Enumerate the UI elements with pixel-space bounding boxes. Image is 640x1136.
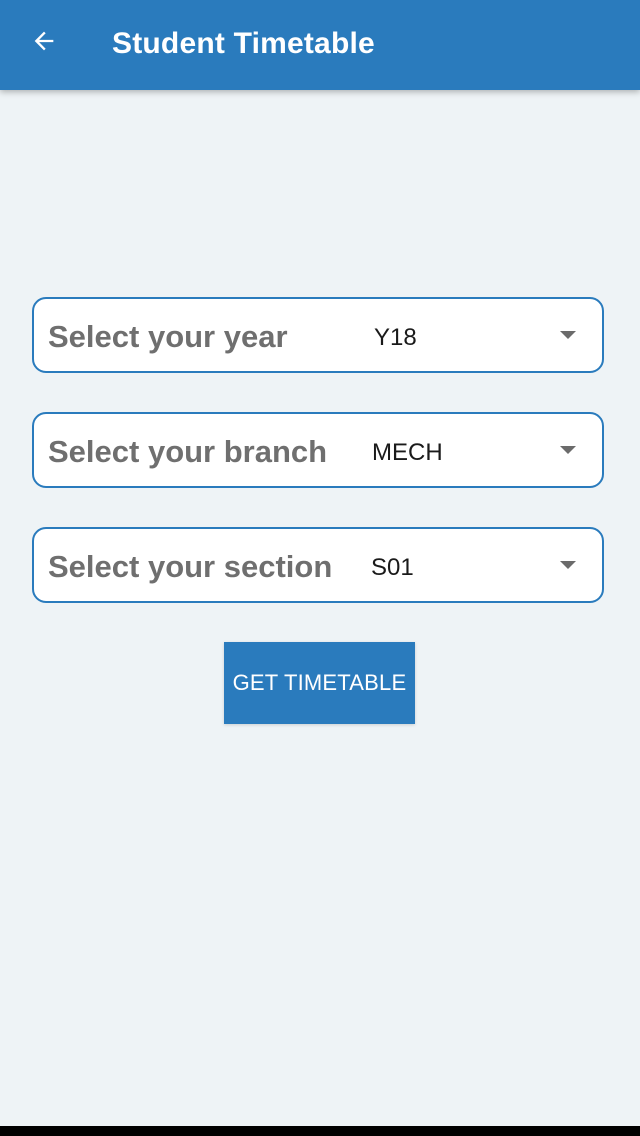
- app-bar: Student Timetable: [0, 0, 640, 90]
- dropdown-arrow-icon[interactable]: [560, 331, 576, 339]
- section-selected-value[interactable]: S01: [371, 553, 414, 583]
- dropdown-arrow-icon[interactable]: [560, 561, 576, 569]
- arrow-back-icon: [34, 31, 54, 51]
- section-dropdown[interactable]: Select your section S01: [32, 527, 604, 603]
- branch-selected-value[interactable]: MECH: [372, 438, 443, 468]
- branch-label: Select your branch: [48, 434, 328, 469]
- year-dropdown[interactable]: Select your year Y18: [32, 297, 604, 373]
- year-selected-value[interactable]: Y18: [374, 323, 417, 353]
- system-nav-bar: [0, 1126, 640, 1136]
- page-title: Student Timetable: [112, 27, 375, 60]
- branch-dropdown[interactable]: Select your branch MECH: [32, 412, 604, 488]
- dropdown-arrow-icon[interactable]: [560, 446, 576, 454]
- year-label: Select your year: [48, 319, 288, 354]
- section-label: Select your section: [48, 549, 333, 584]
- get-timetable-button[interactable]: GET TIMETABLE: [224, 642, 415, 724]
- back-button[interactable]: [24, 21, 64, 61]
